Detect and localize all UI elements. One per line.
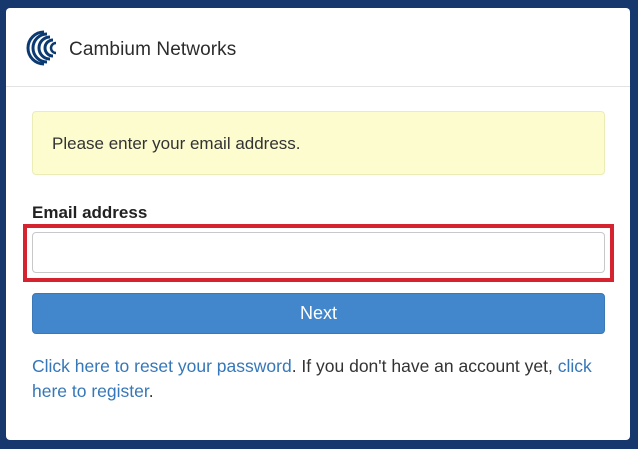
login-card: Cambium Networks Please enter your email… bbox=[6, 8, 630, 440]
email-field[interactable] bbox=[32, 232, 605, 273]
info-alert: Please enter your email address. bbox=[32, 111, 605, 175]
footer-end-text: . bbox=[148, 381, 154, 401]
cambium-logo-icon bbox=[26, 30, 57, 66]
footer-middle-text: . If you don't have an account yet, bbox=[291, 356, 558, 376]
next-button[interactable]: Next bbox=[32, 293, 605, 334]
card-header: Cambium Networks bbox=[6, 8, 630, 87]
account-help-text: Click here to reset your password. If yo… bbox=[32, 354, 612, 404]
email-label: Email address bbox=[32, 203, 148, 222]
alert-message: Please enter your email address. bbox=[52, 134, 301, 153]
reset-password-link[interactable]: Click here to reset your password bbox=[32, 356, 292, 376]
brand-name: Cambium Networks bbox=[69, 39, 237, 60]
